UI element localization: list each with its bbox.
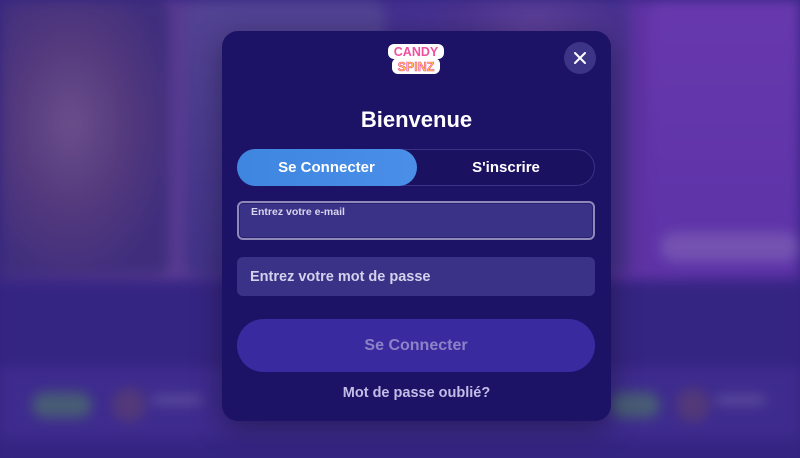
close-icon bbox=[574, 52, 586, 64]
close-button[interactable] bbox=[564, 42, 596, 74]
modal-title: Bienvenue bbox=[360, 107, 473, 132]
email-field-label: Entrez votre e-mail bbox=[251, 206, 345, 218]
password-field[interactable] bbox=[237, 257, 595, 296]
password-input[interactable] bbox=[250, 257, 580, 296]
email-input[interactable] bbox=[251, 221, 581, 237]
logo-text-spinz: SPINZ bbox=[398, 60, 435, 74]
forgot-password-link[interactable]: Mot de passe oublié? bbox=[222, 385, 611, 401]
login-modal: CANDY SPINZ Bienvenue Se Connecter S'ins… bbox=[222, 31, 611, 421]
tab-login[interactable]: Se Connecter bbox=[236, 148, 417, 186]
login-submit-button[interactable]: Se Connecter bbox=[237, 319, 595, 372]
logo-text-candy: CANDY bbox=[394, 45, 439, 59]
tab-signup[interactable]: S'inscrire bbox=[416, 149, 596, 186]
candy-spinz-logo: CANDY SPINZ bbox=[388, 44, 444, 74]
email-field[interactable]: Entrez votre e-mail bbox=[237, 201, 595, 240]
auth-tabs: Se Connecter S'inscrire bbox=[236, 148, 596, 186]
